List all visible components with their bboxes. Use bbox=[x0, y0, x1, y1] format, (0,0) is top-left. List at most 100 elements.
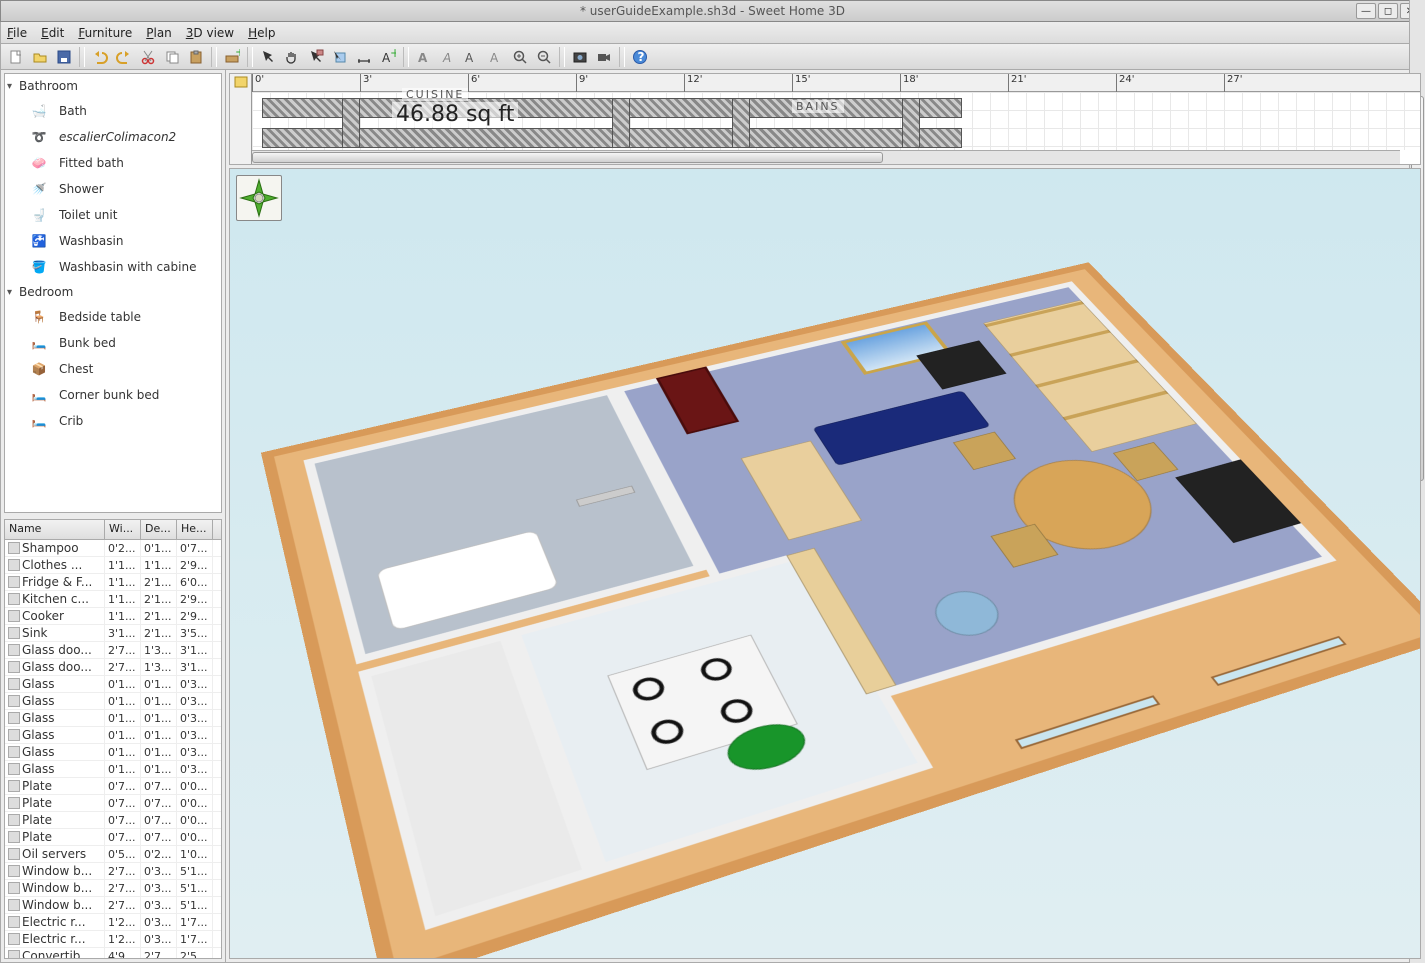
furniture-catalog[interactable]: ▾Bathroom🛁Bath➰escalierColimacon2🧼Fitted… bbox=[4, 73, 222, 513]
undo-button[interactable] bbox=[89, 47, 111, 67]
cut-button[interactable] bbox=[137, 47, 159, 67]
text-bold-button[interactable]: A bbox=[413, 47, 435, 67]
text-italic-button[interactable]: A bbox=[437, 47, 459, 67]
table-row[interactable]: Glass doo...2'7...1'3...3'1... bbox=[5, 659, 221, 676]
zoom-in-button[interactable] bbox=[509, 47, 531, 67]
table-row[interactable]: Glass0'1...0'1...0'3... bbox=[5, 710, 221, 727]
row-icon bbox=[8, 933, 20, 945]
catalog-group[interactable]: ▾Bedroom bbox=[5, 280, 221, 304]
row-icon bbox=[8, 678, 20, 690]
cell-name: Window b... bbox=[22, 898, 92, 912]
table-row[interactable]: Shampoo0'2...0'1...0'7... bbox=[5, 540, 221, 557]
new-file-button[interactable] bbox=[5, 47, 27, 67]
maximize-button[interactable]: ◻ bbox=[1378, 3, 1398, 19]
cell-height: 0'3... bbox=[177, 693, 213, 709]
furniture-icon: ➰ bbox=[27, 127, 51, 147]
catalog-item[interactable]: 🪑Bedside table bbox=[5, 304, 221, 330]
save-file-button[interactable] bbox=[53, 47, 75, 67]
table-row[interactable]: Glass0'1...0'1...0'3... bbox=[5, 693, 221, 710]
col-header-name[interactable]: Name bbox=[5, 520, 105, 539]
catalog-group-label: Bedroom bbox=[19, 285, 73, 299]
catalog-item[interactable]: 🚿Shower bbox=[5, 176, 221, 202]
table-row[interactable]: Plate0'7...0'7...0'0... bbox=[5, 829, 221, 846]
table-row[interactable]: Convertib...4'9...2'7...2'5... bbox=[5, 948, 221, 958]
col-header-depth[interactable]: De... bbox=[141, 520, 177, 539]
catalog-item[interactable]: 🛏️Crib bbox=[5, 408, 221, 434]
menu-3dview[interactable]: 3D view bbox=[186, 26, 234, 40]
ruler-tick: 24' bbox=[1116, 74, 1134, 92]
open-file-button[interactable] bbox=[29, 47, 51, 67]
menu-plan[interactable]: Plan bbox=[146, 26, 172, 40]
menu-file[interactable]: File bbox=[7, 26, 27, 40]
table-row[interactable]: Plate0'7...0'7...0'0... bbox=[5, 795, 221, 812]
photo-button[interactable] bbox=[569, 47, 591, 67]
table-row[interactable]: Glass0'1...0'1...0'3... bbox=[5, 761, 221, 778]
select-tool-button[interactable] bbox=[257, 47, 279, 67]
cell-depth: 0'3... bbox=[141, 931, 177, 947]
table-row[interactable]: Cooker1'1...2'1...2'9... bbox=[5, 608, 221, 625]
catalog-group[interactable]: ▾Bathroom bbox=[5, 74, 221, 98]
pan-tool-button[interactable] bbox=[281, 47, 303, 67]
text-plain-button[interactable]: A bbox=[485, 47, 507, 67]
table-row[interactable]: Plate0'7...0'7...0'0... bbox=[5, 812, 221, 829]
cell-depth: 1'3... bbox=[141, 642, 177, 658]
video-button[interactable] bbox=[593, 47, 615, 67]
catalog-item[interactable]: 📦Chest bbox=[5, 356, 221, 382]
table-row[interactable]: Kitchen c...1'1...2'1...2'9... bbox=[5, 591, 221, 608]
text-tool-button[interactable]: A+ bbox=[377, 47, 399, 67]
col-header-height[interactable]: He... bbox=[177, 520, 213, 539]
cell-depth: 0'1... bbox=[141, 676, 177, 692]
minimize-button[interactable]: — bbox=[1356, 3, 1376, 19]
zoom-out-button[interactable] bbox=[533, 47, 555, 67]
table-row[interactable]: Glass0'1...0'1...0'3... bbox=[5, 727, 221, 744]
furniture-list-rows[interactable]: Shampoo0'2...0'1...0'7...Clothes ...1'1.… bbox=[5, 540, 221, 958]
table-row[interactable]: Fridge & F...1'1...2'1...6'0... bbox=[5, 574, 221, 591]
paste-button[interactable] bbox=[185, 47, 207, 67]
menu-furniture[interactable]: Furniture bbox=[78, 26, 132, 40]
wall-tool-button[interactable] bbox=[305, 47, 327, 67]
view-3d[interactable] bbox=[229, 168, 1421, 959]
menu-help[interactable]: Help bbox=[248, 26, 275, 40]
table-row[interactable]: Window b...2'7...0'3...5'1... bbox=[5, 880, 221, 897]
catalog-item[interactable]: 🚰Washbasin bbox=[5, 228, 221, 254]
ruler-tick: 0' bbox=[252, 74, 264, 92]
catalog-item[interactable]: 🛏️Bunk bed bbox=[5, 330, 221, 356]
catalog-item[interactable]: 🚽Toilet unit bbox=[5, 202, 221, 228]
table-row[interactable]: Plate0'7...0'7...0'0... bbox=[5, 778, 221, 795]
text-style-button[interactable]: A bbox=[461, 47, 483, 67]
table-row[interactable]: Window b...2'7...0'3...5'1... bbox=[5, 897, 221, 914]
cell-name: Glass doo... bbox=[22, 643, 92, 657]
help-button[interactable]: ? bbox=[629, 47, 651, 67]
col-header-width[interactable]: Wi... bbox=[105, 520, 141, 539]
3d-nav-widget[interactable] bbox=[236, 175, 282, 221]
catalog-item[interactable]: 🪣Washbasin with cabine bbox=[5, 254, 221, 280]
table-row[interactable]: Glass0'1...0'1...0'3... bbox=[5, 744, 221, 761]
furniture-list-header[interactable]: Name Wi... De... He... bbox=[5, 520, 221, 540]
catalog-item-label: Bedside table bbox=[59, 310, 141, 324]
main-toolbar: +A+AAAA? bbox=[0, 44, 1425, 70]
add-furniture-button[interactable]: + bbox=[221, 47, 243, 67]
dimension-tool-button[interactable] bbox=[353, 47, 375, 67]
plan-scrollbar-h[interactable] bbox=[252, 150, 1400, 164]
table-row[interactable]: Glass doo...2'7...1'3...3'1... bbox=[5, 642, 221, 659]
plan-canvas[interactable]: 46.88 sq ft CUISINE BAINS bbox=[252, 92, 1420, 150]
cell-name: Glass bbox=[22, 677, 55, 691]
catalog-item[interactable]: ➰escalierColimacon2 bbox=[5, 124, 221, 150]
catalog-item[interactable]: 🛏️Corner bunk bed bbox=[5, 382, 221, 408]
table-row[interactable]: Sink3'1...2'1...3'5... bbox=[5, 625, 221, 642]
table-row[interactable]: Window b...2'7...0'3...5'1... bbox=[5, 863, 221, 880]
menu-edit[interactable]: Edit bbox=[41, 26, 64, 40]
table-row[interactable]: Electric r...1'2...0'3...1'7... bbox=[5, 914, 221, 931]
copy-button[interactable] bbox=[161, 47, 183, 67]
catalog-item[interactable]: 🛁Bath bbox=[5, 98, 221, 124]
room-tool-button[interactable] bbox=[329, 47, 351, 67]
catalog-item[interactable]: 🧼Fitted bath bbox=[5, 150, 221, 176]
table-row[interactable]: Electric r...1'2...0'3...1'7... bbox=[5, 931, 221, 948]
redo-button[interactable] bbox=[113, 47, 135, 67]
table-row[interactable]: Glass0'1...0'1...0'3... bbox=[5, 676, 221, 693]
plan-2d-view[interactable]: 0'3'6'9'12'15'18'21'24'27' 46.88 sq ft C… bbox=[229, 73, 1421, 165]
row-icon bbox=[8, 780, 20, 792]
catalog-group-label: Bathroom bbox=[19, 79, 78, 93]
table-row[interactable]: Clothes ...1'1...1'1...2'9... bbox=[5, 557, 221, 574]
table-row[interactable]: Oil servers0'5...0'2...1'0... bbox=[5, 846, 221, 863]
